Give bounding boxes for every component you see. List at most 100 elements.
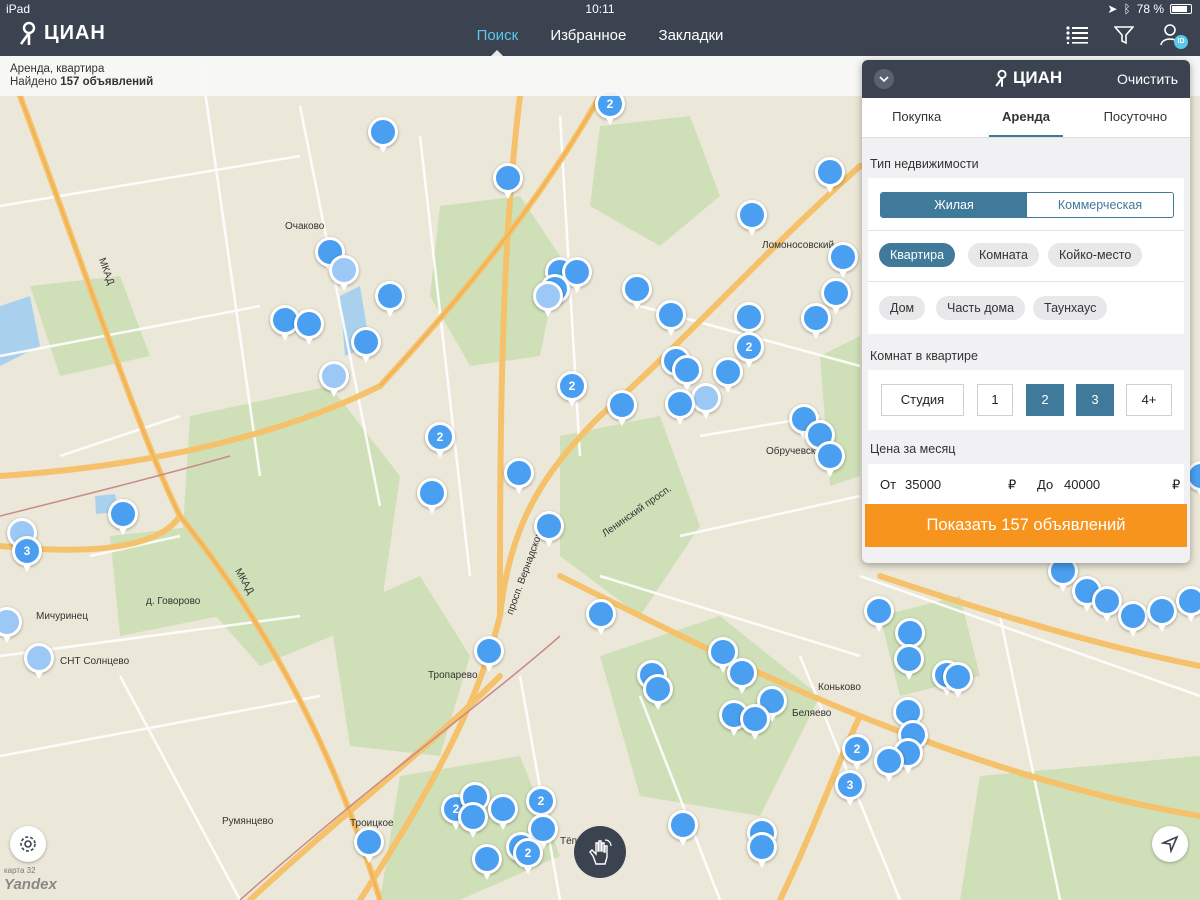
- label-konkovo: Коньково: [818, 682, 861, 693]
- currency-from: ₽: [1008, 477, 1017, 492]
- tab-daily[interactable]: Посуточно: [1081, 98, 1190, 137]
- listing-pin[interactable]: [801, 303, 831, 339]
- listing-pin[interactable]: 3: [12, 536, 42, 572]
- price-from-label: От: [880, 477, 897, 492]
- yandex-copyright: Yandex: [4, 876, 57, 893]
- listing-pin[interactable]: [691, 383, 721, 419]
- kind-residential[interactable]: Жилая: [881, 193, 1027, 217]
- panel-logo-text: ЦИАН: [1013, 68, 1063, 87]
- listing-pin[interactable]: [534, 511, 564, 547]
- listing-pin[interactable]: [319, 361, 349, 397]
- listing-pin[interactable]: 2: [513, 838, 543, 874]
- listing-pin[interactable]: [586, 599, 616, 635]
- price-from-input[interactable]: 35000: [905, 477, 941, 492]
- listing-pin[interactable]: [493, 163, 523, 199]
- listing-pin[interactable]: [472, 844, 502, 880]
- price-to-input[interactable]: 40000: [1064, 477, 1100, 492]
- room-4plus-button[interactable]: 4+: [1126, 384, 1172, 416]
- listing-pin[interactable]: [828, 242, 858, 278]
- my-location-button[interactable]: [1152, 826, 1188, 862]
- chip-bed[interactable]: Койко-место: [1048, 243, 1143, 267]
- map-scale-label: карта 32: [4, 866, 36, 875]
- listing-pin[interactable]: [727, 658, 757, 694]
- chip-apartment[interactable]: Квартира: [879, 243, 956, 267]
- listing-pin[interactable]: [622, 274, 652, 310]
- room-1-button[interactable]: 1: [977, 384, 1013, 416]
- listing-pin[interactable]: [821, 278, 851, 314]
- listing-pin[interactable]: [108, 499, 138, 535]
- listing-pin[interactable]: [740, 704, 770, 740]
- panel-logo: ЦИАН: [994, 68, 1062, 88]
- listing-pin[interactable]: [1176, 586, 1200, 622]
- listing-pin[interactable]: [874, 746, 904, 782]
- listing-pin[interactable]: [488, 794, 518, 830]
- listing-pin[interactable]: 2: [526, 786, 556, 822]
- price-range: От 35000 ₽ До 40000 ₽: [868, 464, 1184, 504]
- tab-buy[interactable]: Покупка: [862, 98, 971, 137]
- listing-pin[interactable]: [375, 281, 405, 317]
- listing-pin[interactable]: [713, 357, 743, 393]
- listing-pin[interactable]: [368, 117, 398, 153]
- tab-favorites[interactable]: Избранное: [550, 27, 626, 44]
- chip-room[interactable]: Комната: [968, 243, 1039, 267]
- bluetooth-icon: ᛒ: [1123, 2, 1131, 16]
- search-summary-query: Аренда, квартира: [10, 63, 105, 75]
- price-to-label: До: [1037, 477, 1054, 492]
- kind-commercial[interactable]: Коммерческая: [1027, 193, 1173, 217]
- listing-pin[interactable]: [458, 802, 488, 838]
- clear-filters-button[interactable]: Очистить: [1117, 71, 1178, 87]
- draw-area-button[interactable]: [574, 826, 626, 878]
- chip-house-part[interactable]: Часть дома: [936, 296, 1026, 320]
- chip-house[interactable]: Дом: [879, 296, 926, 320]
- listing-pin[interactable]: [1147, 596, 1177, 632]
- listing-pin[interactable]: [643, 674, 673, 710]
- collapse-panel-button[interactable]: [874, 69, 894, 89]
- listing-pin[interactable]: 2: [734, 332, 764, 368]
- divider: [868, 230, 1184, 231]
- listing-pin[interactable]: [734, 302, 764, 338]
- listing-pin[interactable]: [894, 644, 924, 680]
- listing-pin[interactable]: [294, 309, 324, 345]
- listing-pin[interactable]: [504, 458, 534, 494]
- profile-icon[interactable]: ID: [1160, 23, 1188, 49]
- listing-pin[interactable]: [1118, 601, 1148, 637]
- listing-pin[interactable]: [815, 157, 845, 193]
- tab-rent[interactable]: Аренда: [971, 98, 1080, 137]
- listing-pin[interactable]: [943, 662, 973, 698]
- tab-bookmarks[interactable]: Закладки: [659, 27, 724, 44]
- listing-pin[interactable]: [665, 389, 695, 425]
- listing-pin[interactable]: [668, 810, 698, 846]
- found-count: 157 объявлений: [60, 76, 154, 88]
- room-3-button[interactable]: 3: [1076, 384, 1114, 416]
- listing-pin[interactable]: [329, 255, 359, 291]
- listing-pin[interactable]: 2: [557, 371, 587, 407]
- room-2-button[interactable]: 2: [1026, 384, 1064, 416]
- listing-pin[interactable]: 2: [842, 734, 872, 770]
- listing-pin[interactable]: [533, 281, 563, 317]
- listing-pin[interactable]: [24, 643, 54, 679]
- listing-pin[interactable]: [417, 478, 447, 514]
- listing-pin[interactable]: [747, 832, 777, 868]
- chip-townhouse[interactable]: Таунхаус: [1033, 296, 1108, 320]
- battery-icon: [1170, 4, 1192, 14]
- label-michurinec: Мичуринец: [36, 611, 88, 622]
- listing-pin[interactable]: [656, 300, 686, 336]
- listing-pin[interactable]: [864, 596, 894, 632]
- listing-pin[interactable]: [737, 200, 767, 236]
- listing-pin[interactable]: [351, 327, 381, 363]
- profile-badge: ID: [1174, 35, 1188, 49]
- listing-pin[interactable]: 2: [425, 422, 455, 458]
- divider: [868, 281, 1184, 282]
- filter-icon[interactable]: [1114, 25, 1134, 45]
- listing-pin[interactable]: 3: [835, 770, 865, 806]
- listing-pin[interactable]: [672, 355, 702, 391]
- listing-pin[interactable]: [607, 390, 637, 426]
- listing-pin[interactable]: [815, 441, 845, 477]
- listing-pin[interactable]: [354, 827, 384, 863]
- tab-search[interactable]: Поиск: [477, 27, 518, 57]
- settings-button[interactable]: [10, 826, 46, 862]
- room-studio-button[interactable]: Студия: [881, 384, 964, 416]
- list-view-icon[interactable]: [1066, 26, 1088, 44]
- listing-pin[interactable]: [474, 636, 504, 672]
- show-results-button[interactable]: Показать 157 объявлений: [865, 504, 1187, 547]
